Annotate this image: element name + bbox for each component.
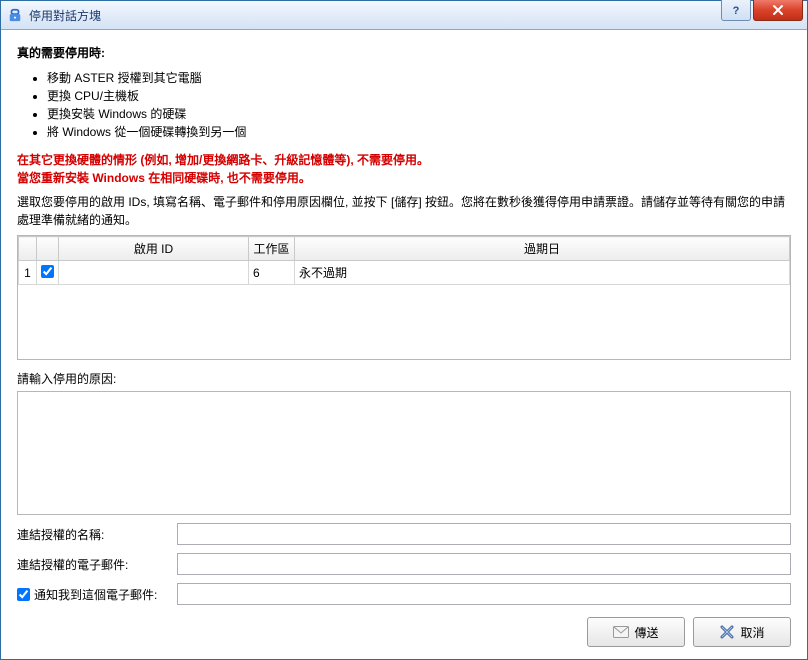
title-bar: 停用對話方塊 ? [1, 1, 807, 30]
col-header-num [19, 237, 37, 261]
window-title: 停用對話方塊 [29, 7, 101, 24]
email-label: 連結授權的電子郵件: [17, 556, 177, 573]
instructions-text: 選取您要停用的啟用 IDs, 填寫名稱、電子郵件和停用原因欄位, 並按下 [儲存… [17, 193, 791, 229]
bullet-item: 移動 ASTER 授權到其它電腦 [47, 69, 791, 87]
send-button[interactable]: 傳送 [587, 617, 685, 647]
activation-table: 啟用 ID 工作區 過期日 1 6 永不過期 [17, 235, 791, 360]
row-workspace: 6 [249, 261, 295, 285]
row-number: 1 [19, 261, 37, 285]
bullet-list: 移動 ASTER 授權到其它電腦 更換 CPU/主機板 更換安裝 Windows… [47, 69, 791, 141]
notify-label: 通知我到這個電子郵件: [34, 586, 157, 603]
name-label: 連結授權的名稱: [17, 526, 177, 543]
col-header-exp: 過期日 [295, 237, 790, 261]
mail-icon [613, 624, 629, 640]
close-button[interactable] [753, 0, 803, 21]
bullet-item: 更換 CPU/主機板 [47, 87, 791, 105]
reason-label: 請輸入停用的原因: [17, 370, 791, 387]
col-header-ws: 工作區 [249, 237, 295, 261]
heading: 真的需要停用時: [17, 44, 791, 61]
row-expiry: 永不過期 [295, 261, 790, 285]
col-header-id: 啟用 ID [59, 237, 249, 261]
cancel-icon [719, 624, 735, 640]
dialog-window: 停用對話方塊 ? 真的需要停用時: 移動 ASTER 授權到其它電腦 更換 CP… [0, 0, 808, 660]
bullet-item: 將 Windows 從一個硬碟轉換到另一個 [47, 123, 791, 141]
warning-text: 在其它更換硬體的情形 (例如, 增加/更換網路卡、升級記憶體等), 不需要停用。… [17, 151, 791, 187]
cancel-button[interactable]: 取消 [693, 617, 791, 647]
name-input[interactable] [177, 523, 791, 545]
dialog-content: 真的需要停用時: 移動 ASTER 授權到其它電腦 更換 CPU/主機板 更換安… [1, 30, 807, 659]
row-checkbox[interactable] [41, 265, 54, 278]
email-input[interactable] [177, 553, 791, 575]
app-icon [7, 7, 23, 23]
col-header-check [37, 237, 59, 261]
svg-text:?: ? [733, 5, 740, 16]
row-activation-id [59, 261, 249, 285]
reason-textarea[interactable] [17, 391, 791, 515]
bullet-item: 更換安裝 Windows 的硬碟 [47, 105, 791, 123]
notify-checkbox[interactable] [17, 588, 30, 601]
table-row: 1 6 永不過期 [19, 261, 790, 285]
notify-email-input[interactable] [177, 583, 791, 605]
help-button[interactable]: ? [721, 0, 751, 21]
